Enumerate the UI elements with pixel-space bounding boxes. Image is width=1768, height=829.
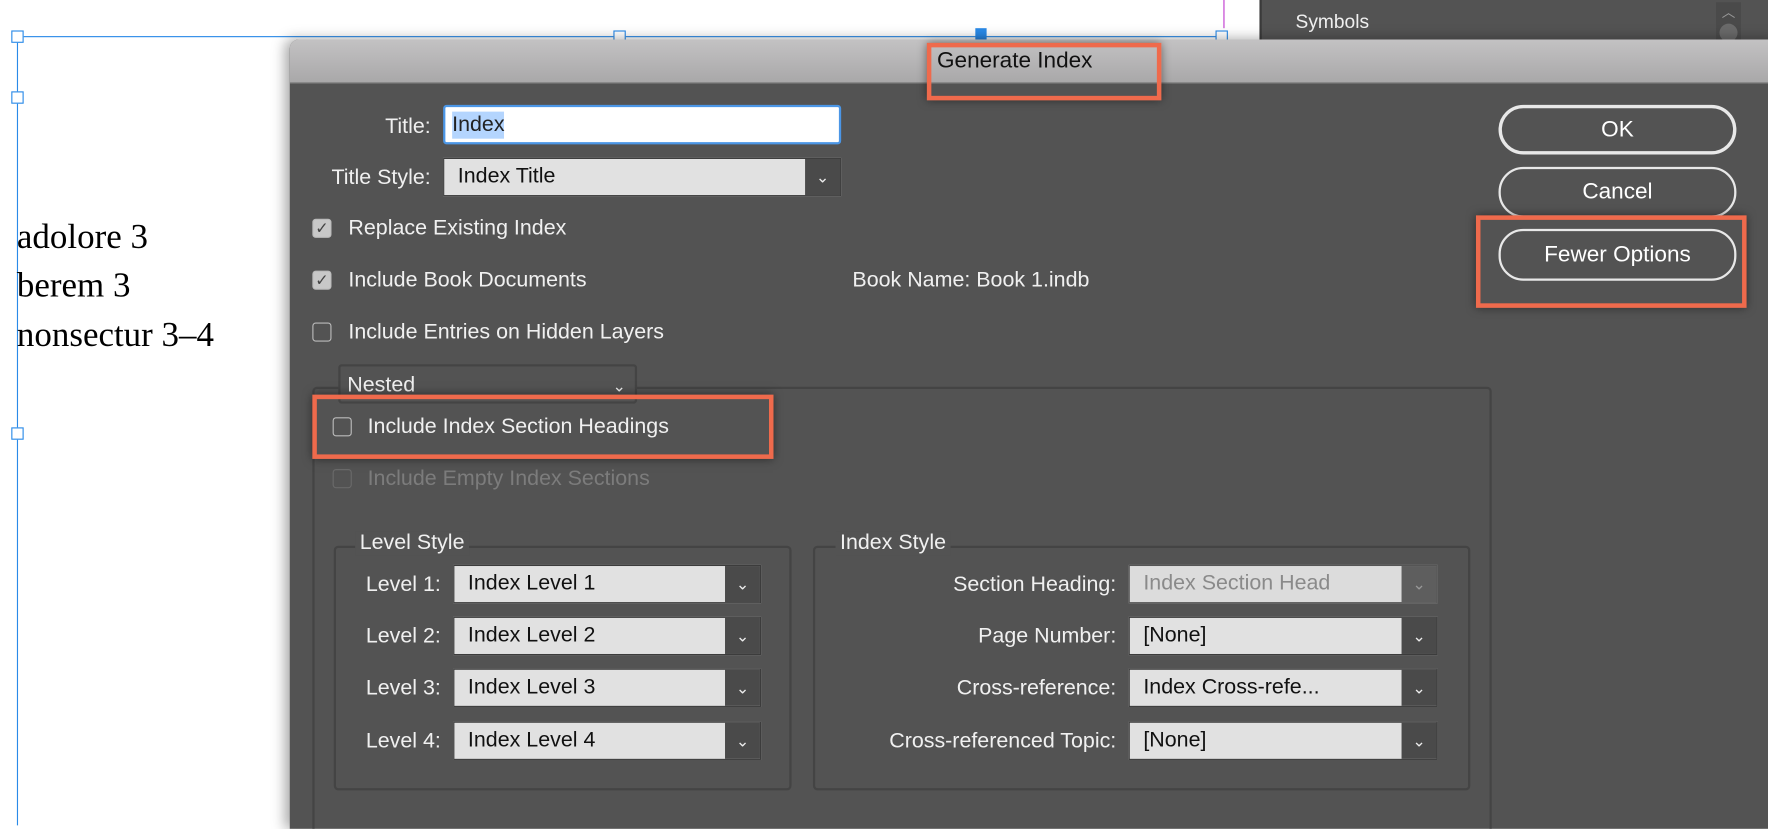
level-style-title: Level Style — [355, 531, 470, 556]
panel-item-symbols[interactable]: Symbols — [1296, 9, 1370, 36]
section-headings-checkbox[interactable] — [332, 417, 352, 437]
hidden-layers-checkbox[interactable] — [312, 322, 332, 342]
index-entry: berem 3 — [16, 264, 131, 305]
cross-reference-label: Cross-reference: — [956, 676, 1117, 701]
chevron-down-icon: ⌄ — [805, 158, 841, 196]
chevron-down-icon: ⌄ — [725, 669, 760, 706]
title-style-label: Title Style: — [331, 165, 431, 190]
cross-referenced-topic-value: [None] — [1143, 728, 1207, 753]
level-4-value: Index Level 4 — [467, 728, 596, 753]
frame-handle[interactable] — [11, 427, 24, 440]
include-book-checkbox[interactable]: ✓ — [312, 270, 332, 290]
page-number-label: Page Number: — [978, 624, 1117, 649]
replace-existing-label: Replace Existing Index — [348, 216, 567, 241]
chevron-down-icon: ⌄ — [1401, 566, 1437, 603]
replace-existing-checkbox[interactable]: ✓ — [312, 218, 332, 238]
page-number-select[interactable]: [None] ⌄ — [1128, 616, 1438, 656]
generate-index-dialog: Generate Index Title: Index Title Style:… — [289, 39, 1768, 829]
include-book-label: Include Book Documents — [348, 268, 587, 293]
book-name: Book Name: Book 1.indb — [852, 268, 1090, 293]
level-3-value: Index Level 3 — [467, 675, 596, 700]
dialog-title: Generate Index — [936, 48, 1093, 74]
scroll-up-icon[interactable]: ︿ — [1716, 2, 1741, 21]
format-value: Nested — [347, 373, 416, 397]
level-2-select[interactable]: Index Level 2 ⌄ — [453, 616, 762, 656]
frame-handle[interactable] — [11, 91, 24, 104]
cross-reference-value: Index Cross-refe... — [1143, 675, 1320, 700]
dialog-titlebar[interactable]: Generate Index — [289, 39, 1768, 84]
level-1-value: Index Level 1 — [467, 571, 596, 596]
title-input[interactable]: Index — [443, 104, 842, 145]
level-2-value: Index Level 2 — [467, 623, 596, 648]
level-4-label: Level 4: — [365, 729, 441, 754]
chevron-down-icon: ⌄ — [725, 722, 760, 759]
level-1-select[interactable]: Index Level 1 ⌄ — [453, 564, 762, 604]
fewer-options-button[interactable]: Fewer Options — [1498, 228, 1737, 281]
empty-sections-label: Include Empty Index Sections — [367, 466, 650, 491]
page-number-value: [None] — [1143, 623, 1207, 648]
margin-guide — [1223, 0, 1225, 29]
index-style-title: Index Style — [835, 531, 951, 556]
section-headings-label: Include Index Section Headings — [367, 414, 669, 439]
index-entry: nonsectur 3–4 — [16, 314, 214, 355]
frame-handle[interactable] — [11, 30, 24, 43]
level-1-label: Level 1: — [365, 572, 441, 597]
level-3-select[interactable]: Index Level 3 ⌄ — [453, 668, 762, 707]
hidden-layers-label: Include Entries on Hidden Layers — [348, 320, 665, 344]
title-style-select[interactable]: Index Title ⌄ — [443, 157, 842, 197]
chevron-down-icon: ⌄ — [612, 376, 626, 395]
cross-referenced-topic-select[interactable]: [None] ⌄ — [1128, 721, 1438, 760]
chevron-down-icon: ⌄ — [725, 617, 760, 654]
panel-list: Symbols ︿ — [1259, 0, 1768, 46]
empty-sections-checkbox[interactable] — [332, 469, 352, 489]
level-4-select[interactable]: Index Level 4 ⌄ — [453, 721, 762, 760]
cross-referenced-topic-label: Cross-referenced Topic: — [889, 729, 1117, 754]
chevron-down-icon: ⌄ — [1401, 617, 1437, 654]
title-style-value: Index Title — [457, 164, 556, 189]
cross-reference-select[interactable]: Index Cross-refe... ⌄ — [1128, 668, 1438, 707]
cancel-button[interactable]: Cancel — [1498, 166, 1737, 218]
section-heading-value: Index Section Head — [1143, 571, 1331, 596]
frame-handle-selected[interactable] — [975, 28, 987, 40]
chevron-down-icon: ⌄ — [725, 566, 760, 603]
title-input-value: Index — [452, 111, 505, 139]
chevron-down-icon: ⌄ — [1401, 722, 1437, 759]
format-select[interactable]: Nested ⌄ — [338, 364, 638, 404]
ok-button[interactable]: OK — [1498, 104, 1737, 155]
level-3-label: Level 3: — [365, 676, 441, 701]
level-2-label: Level 2: — [365, 624, 441, 649]
title-label: Title: — [385, 115, 431, 139]
index-entry: adolore 3 — [16, 216, 148, 256]
chevron-down-icon: ⌄ — [1401, 669, 1437, 706]
section-heading-select[interactable]: Index Section Head ⌄ — [1128, 564, 1438, 604]
section-heading-label: Section Heading: — [953, 572, 1117, 597]
